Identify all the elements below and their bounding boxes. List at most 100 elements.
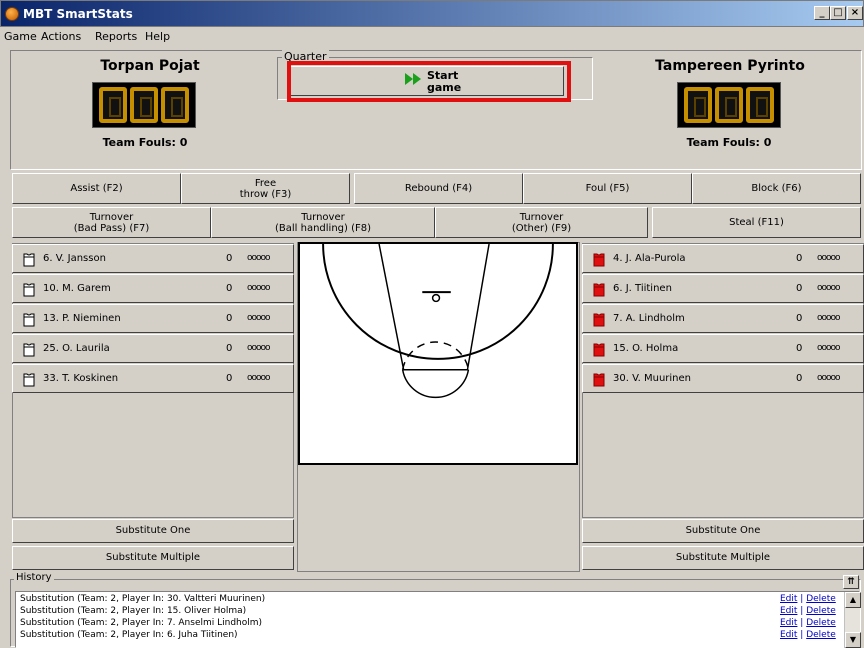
home-player-row[interactable]: 33. T. Koskinen 0 ooooo <box>12 364 294 393</box>
player-points: 0 <box>796 253 803 264</box>
player-fouls: ooooo <box>247 373 271 383</box>
history-entry-actions: Edit | Delete <box>780 618 836 628</box>
home-player-row[interactable]: 10. M. Garem 0 ooooo <box>12 274 294 303</box>
player-name: 6. V. Jansson <box>43 253 106 264</box>
delete-link[interactable]: Delete <box>806 618 836 628</box>
player-fouls: ooooo <box>247 253 271 263</box>
player-fouls: ooooo <box>817 313 841 323</box>
free-throw-button[interactable]: Free throw (F3) <box>181 173 350 204</box>
player-fouls: ooooo <box>247 283 271 293</box>
player-points: 0 <box>796 343 803 354</box>
player-fouls: ooooo <box>247 313 271 323</box>
turnover-other-button[interactable]: Turnover (Other) (F9) <box>435 207 648 238</box>
away-player-row[interactable]: 6. J. Tiitinen 0 ooooo <box>582 274 864 303</box>
player-fouls: ooooo <box>247 343 271 353</box>
away-substitute-one-button[interactable]: Substitute One <box>582 519 864 543</box>
away-player-row[interactable]: 30. V. Muurinen 0 ooooo <box>582 364 864 393</box>
score-digit <box>683 87 712 123</box>
jersey-icon <box>23 283 35 297</box>
delete-link[interactable]: Delete <box>806 606 836 616</box>
home-substitute-one-button[interactable]: Substitute One <box>12 519 294 543</box>
player-fouls: ooooo <box>817 253 841 263</box>
player-name: 30. V. Muurinen <box>613 373 692 384</box>
player-name: 6. J. Tiitinen <box>613 283 672 294</box>
home-team-fouls: Team Fouls: 0 <box>102 136 188 149</box>
menu-help[interactable]: Help <box>145 30 170 43</box>
window-title: MBT SmartStats <box>23 7 133 21</box>
jersey-icon <box>593 253 605 267</box>
basketball-court[interactable] <box>298 242 578 465</box>
turnover-ball-handling-button[interactable]: Turnover (Ball handling) (F8) <box>211 207 435 238</box>
menu-game[interactable]: Game <box>4 30 37 43</box>
jersey-icon <box>593 313 605 327</box>
jersey-icon <box>23 373 35 387</box>
delete-link[interactable]: Delete <box>806 630 836 640</box>
away-substitute-multiple-button[interactable]: Substitute Multiple <box>582 546 864 570</box>
block-button[interactable]: Block (F6) <box>692 173 861 204</box>
score-digit <box>714 87 743 123</box>
jersey-icon <box>593 373 605 387</box>
assist-button[interactable]: Assist (F2) <box>12 173 181 204</box>
turnover-bad-pass-button[interactable]: Turnover (Bad Pass) (F7) <box>12 207 211 238</box>
history-entry: Substitution (Team: 2, Player In: 7. Ans… <box>20 618 263 628</box>
history-entry: Substitution (Team: 2, Player In: 30. Va… <box>20 594 266 604</box>
history-entry: Substitution (Team: 2, Player In: 6. Juh… <box>20 630 238 640</box>
edit-link[interactable]: Edit <box>780 618 797 628</box>
player-points: 0 <box>796 373 803 384</box>
jersey-icon <box>23 343 35 357</box>
home-substitute-multiple-button[interactable]: Substitute Multiple <box>12 546 294 570</box>
player-points: 0 <box>796 313 803 324</box>
away-player-row[interactable]: 7. A. Lindholm 0 ooooo <box>582 304 864 333</box>
history-entry-actions: Edit | Delete <box>780 630 836 640</box>
scroll-down-icon[interactable]: ▼ <box>845 632 861 648</box>
history-label: History <box>14 572 54 583</box>
player-points: 0 <box>226 283 233 294</box>
link-separator: | <box>797 606 807 616</box>
player-name: 10. M. Garem <box>43 283 111 294</box>
menu-actions[interactable]: Actions <box>41 30 81 43</box>
history-list: Substitution (Team: 2, Player In: 30. Va… <box>15 591 861 648</box>
player-points: 0 <box>226 253 233 264</box>
player-points: 0 <box>226 343 233 354</box>
away-team-name: Tampereen Pyrinto <box>655 58 805 74</box>
link-separator: | <box>797 618 807 628</box>
player-fouls: ooooo <box>817 373 841 383</box>
player-name: 7. A. Lindholm <box>613 313 685 324</box>
menu-reports[interactable]: Reports <box>95 30 137 43</box>
foul-button[interactable]: Foul (F5) <box>523 173 692 204</box>
history-entry: Substitution (Team: 2, Player In: 15. Ol… <box>20 606 247 616</box>
collapse-history-button[interactable]: ⇈ <box>843 575 859 589</box>
home-player-row[interactable]: 13. P. Nieminen 0 ooooo <box>12 304 294 333</box>
edit-link[interactable]: Edit <box>780 594 797 604</box>
menu-bar: Game Actions Reports Help <box>0 27 864 47</box>
rebound-button[interactable]: Rebound (F4) <box>354 173 523 204</box>
away-score-display: 000 <box>677 82 781 128</box>
scroll-up-icon[interactable]: ▲ <box>845 592 861 608</box>
home-player-row[interactable]: 25. O. Laurila 0 ooooo <box>12 334 294 363</box>
history-scrollbar[interactable]: ▲ ▼ <box>844 592 861 648</box>
home-team-name: Torpan Pojat <box>100 58 200 74</box>
history-entry-actions: Edit | Delete <box>780 606 836 616</box>
player-points: 0 <box>226 373 233 384</box>
minimize-button[interactable]: _ <box>814 6 830 20</box>
away-player-row[interactable]: 4. J. Ala-Purola 0 ooooo <box>582 244 864 273</box>
player-fouls: ooooo <box>817 343 841 353</box>
maximize-button[interactable]: □ <box>830 6 846 20</box>
home-player-row[interactable]: 6. V. Jansson 0 ooooo <box>12 244 294 273</box>
away-player-row[interactable]: 15. O. Holma 0 ooooo <box>582 334 864 363</box>
edit-link[interactable]: Edit <box>780 630 797 640</box>
jersey-icon <box>23 313 35 327</box>
close-button[interactable]: × <box>847 6 863 20</box>
start-game-label: Start game <box>427 70 461 94</box>
delete-link[interactable]: Delete <box>806 594 836 604</box>
jersey-icon <box>593 283 605 297</box>
jersey-icon <box>593 343 605 357</box>
link-separator: | <box>797 594 807 604</box>
player-name: 33. T. Koskinen <box>43 373 119 384</box>
steal-button[interactable]: Steal (F11) <box>652 207 861 238</box>
history-entry-actions: Edit | Delete <box>780 594 836 604</box>
away-team-fouls: Team Fouls: 0 <box>686 136 772 149</box>
score-digit <box>161 87 190 123</box>
home-score-display: 000 <box>92 82 196 128</box>
edit-link[interactable]: Edit <box>780 606 797 616</box>
